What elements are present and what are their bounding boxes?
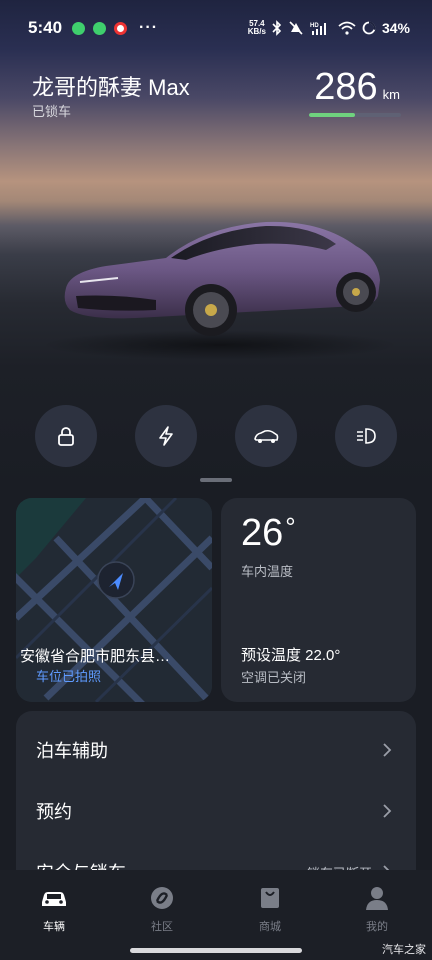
car-icon [42,892,66,906]
trunk-button[interactable] [235,405,297,467]
range-value: 286 [314,66,378,108]
parking-photo-status[interactable]: 车位已拍照 [36,666,101,685]
tab-vehicle-label: 车辆 [43,921,65,933]
watermark: 汽车之家 [382,944,426,956]
car-image[interactable] [56,200,386,350]
battery-icon [362,21,376,35]
tab-mall[interactable]: 商城 [240,884,300,934]
drag-handle[interactable] [200,478,232,482]
community-icon [151,887,173,909]
degree-symbol: ° [285,512,296,542]
trunk-icon [254,429,279,443]
parking-assist-label: 泊车辅助 [36,741,108,761]
bluetooth-icon [272,20,282,36]
reservation-label: 预约 [36,802,72,822]
chevron-right-icon [383,743,392,757]
temperature-value: 26 [241,512,284,554]
car-address: 安徽省合肥市肥东县… [20,648,171,665]
tab-me[interactable]: 我的 [347,884,407,934]
charge-button[interactable] [135,405,197,467]
range-fill [309,113,355,117]
lock-button[interactable] [35,405,97,467]
climate-card[interactable]: 26° 车内温度 预设温度 22.0° 空调已关闭 [221,498,416,702]
range-bar [309,113,401,117]
tab-community[interactable]: 社区 [132,884,192,934]
speed-unit: KB/s [247,27,266,36]
home-indicator[interactable] [130,948,302,953]
headlight-button[interactable] [335,405,397,467]
svg-text:HD: HD [310,23,319,29]
network-speed: 57.4 KB/s [248,20,266,36]
list-item-reservation[interactable]: 预约 [36,796,396,826]
profile-icon [366,887,388,910]
bottom-nav: 车辆 社区 商城 我的 [0,870,432,960]
headlight-icon [357,428,376,444]
signal-icon: HD [310,23,326,35]
tab-community-label: 社区 [151,921,173,933]
tab-vehicle[interactable]: 车辆 [24,884,84,934]
tab-mall-label: 商城 [259,921,281,933]
temperature-label: 车内温度 [241,564,294,579]
lock-status: 已锁车 [32,104,72,119]
chevron-right-icon [383,804,392,818]
vibrate-icon [289,21,303,35]
car-name[interactable]: 龙哥的酥妻 Max [32,70,190,102]
range-display: 286 km [314,66,400,109]
lock-icon [58,427,74,446]
preset-temperature: 预设温度 22.0° [241,647,341,664]
cabin-temperature: 26° [241,512,296,555]
wifi-icon [338,21,356,35]
status-time: 5:40 [28,18,63,37]
more-notifications-icon: ··· [139,19,159,36]
list-item-parking-assist[interactable]: 泊车辅助 [36,735,396,765]
app-notification-icon [72,21,86,35]
shopping-bag-icon [261,888,279,908]
tab-me-label: 我的 [366,921,388,933]
charge-bolt-icon [159,426,173,446]
range-unit: km [382,87,400,102]
battery-level: 34% [381,20,410,36]
record-notification-icon [114,21,128,35]
chat-notification-icon [93,21,107,35]
status-right: 57.4 KB/s HD 34% [248,20,410,37]
ac-status: 空调已关闭 [241,670,307,685]
status-bar: 5:40 ··· 57.4 KB/s HD 34% [0,0,432,56]
quick-controls [0,405,432,467]
